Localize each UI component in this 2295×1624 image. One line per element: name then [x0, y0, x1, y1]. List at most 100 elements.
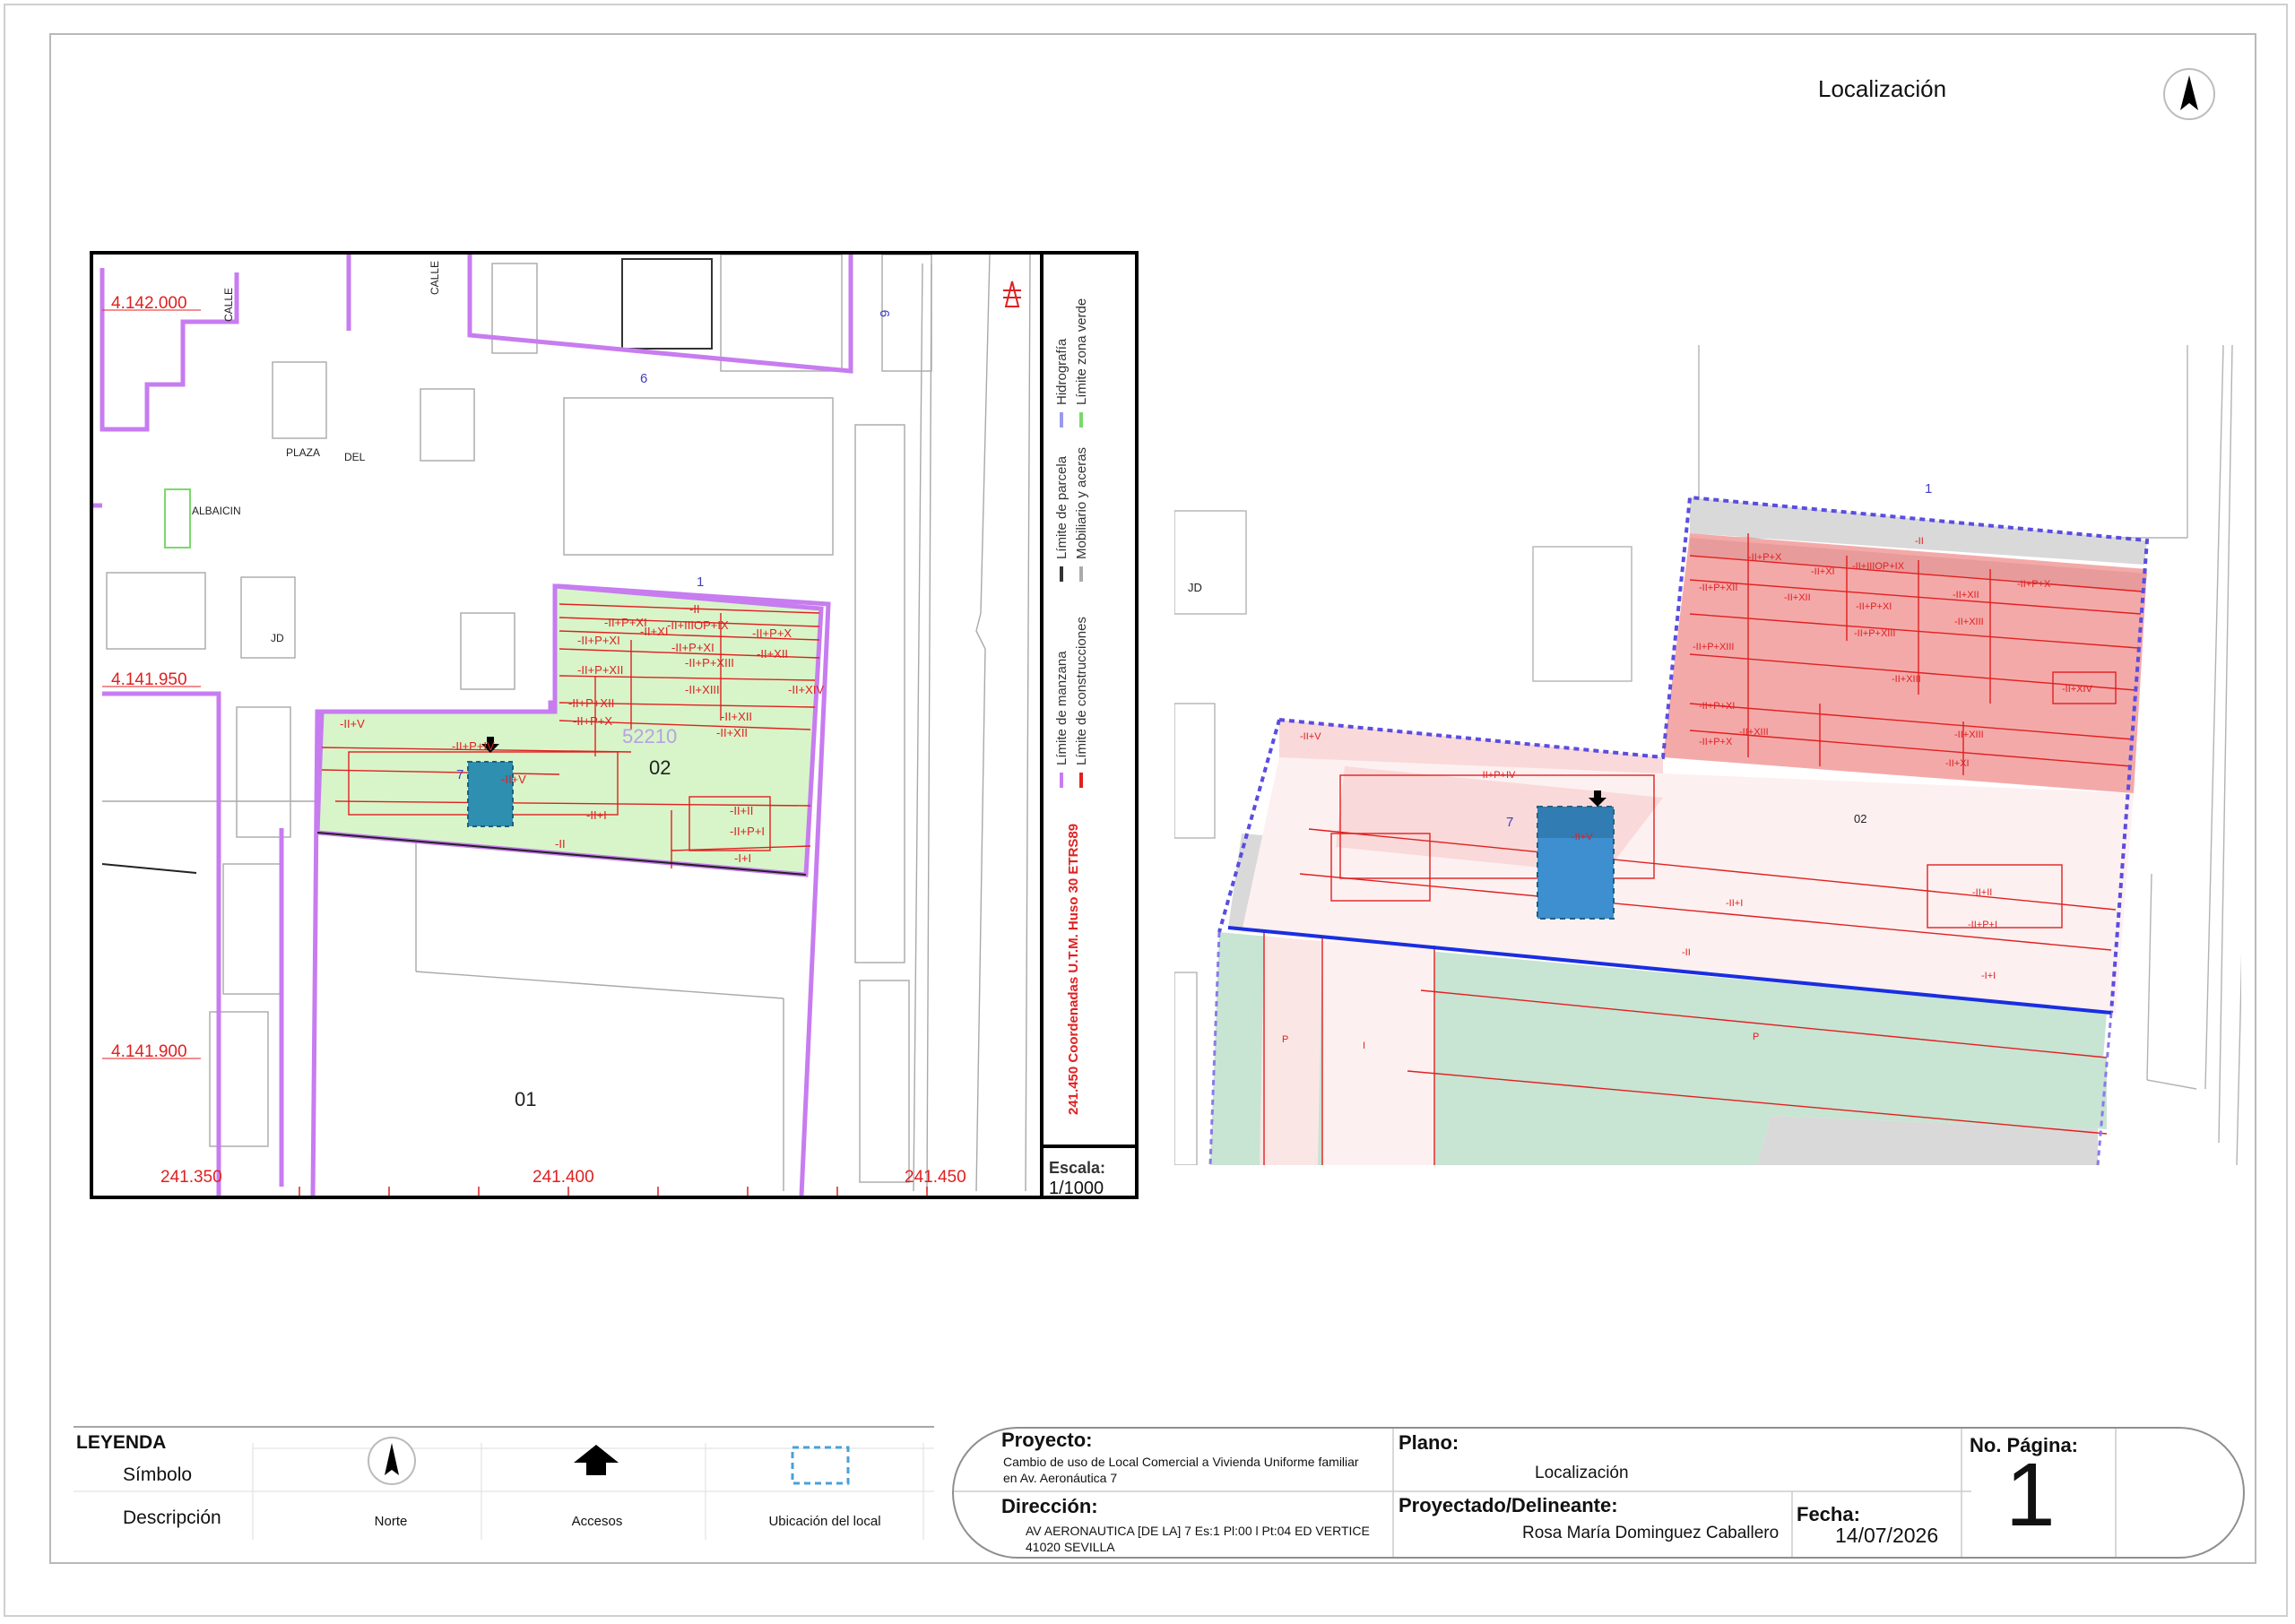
legend-side-item: Límite de manzana	[1054, 651, 1070, 765]
svg-text:-II: -II	[555, 837, 566, 851]
legend-side-item: Límite de parcela	[1054, 455, 1070, 559]
coord-x-mid: 241.400	[533, 1168, 594, 1187]
svg-text:7: 7	[1506, 815, 1513, 830]
svg-text:52210: 52210	[622, 725, 677, 747]
svg-text:-II: -II	[1915, 536, 1924, 547]
legend-side-item: Límite zona verde	[1074, 298, 1089, 405]
svg-text:-II+I: -II+I	[586, 808, 607, 822]
svg-text:-II+II: -II+II	[1972, 887, 1992, 898]
svg-text:-II+P+XI: -II+P+XI	[577, 634, 620, 647]
svg-text:DEL: DEL	[344, 451, 366, 463]
svg-text:-II+P+X: -II+P+X	[1748, 552, 1782, 563]
proyecto-line2: en Av. Aeronáutica 7	[1003, 1471, 1118, 1485]
svg-text:-II+P+X: -II+P+X	[2017, 579, 2051, 590]
direccion-line2: 41020 SEVILLA	[1026, 1540, 1115, 1554]
svg-text:-II: -II	[689, 602, 700, 616]
svg-text:CALLE: CALLE	[222, 288, 235, 322]
sheet-title: Localización	[1818, 75, 1947, 102]
svg-text:P: P	[1282, 1034, 1288, 1045]
proyectado-value: Rosa María Dominguez Caballero	[1522, 1524, 1780, 1542]
scale-value: 1/1000	[1049, 1179, 1104, 1196]
plano-value: Localización	[1535, 1464, 1629, 1482]
coordinate-note: 241.450 Coordenadas U.T.M. Huso 30 ETRS8…	[1066, 824, 1081, 1115]
legend-side-item: Límite de construcciones	[1074, 617, 1089, 765]
svg-text:-II+II: -II+II	[730, 804, 753, 817]
legend-title: LEYENDA	[76, 1432, 167, 1453]
svg-text:-II+XII: -II+XII	[1784, 592, 1811, 603]
svg-text:-II+XIV: -II+XIV	[2062, 684, 2093, 695]
svg-text:9: 9	[878, 310, 893, 317]
svg-text:-II+XI: -II+XI	[640, 625, 668, 638]
scale-label: Escala:	[1049, 1159, 1105, 1177]
svg-text:-II+P+IV: -II+P+IV	[452, 739, 495, 753]
access-arrow-icon	[574, 1445, 619, 1475]
svg-text:-II+P+IV: -II+P+IV	[1479, 770, 1516, 781]
direccion-line1: AV AERONAUTICA [DE LA] 7 Es:1 Pl:00 l Pt…	[1026, 1524, 1370, 1538]
svg-text:-II+XI: -II+XI	[1945, 758, 1970, 769]
svg-text:01: 01	[515, 1088, 536, 1110]
north-arrow-icon	[368, 1437, 416, 1485]
coord-x-left: 241.350	[160, 1168, 222, 1187]
legend-side-item: Mobiliario y aceras	[1074, 447, 1089, 559]
svg-text:-II+IIIOP+IX: -II+IIIOP+IX	[667, 618, 729, 632]
code-label: -II+V	[340, 717, 365, 730]
svg-text:I: I	[1363, 1041, 1365, 1051]
svg-text:-I+I: -I+I	[1981, 971, 1996, 981]
legend-label-norte: Norte	[374, 1514, 408, 1529]
svg-text:-II+P+XI: -II+P+XI	[671, 641, 714, 654]
legend-side-item: Hidrografía	[1054, 338, 1070, 405]
svg-text:6: 6	[640, 371, 647, 386]
svg-text:JD: JD	[1188, 581, 1202, 594]
cadastral-map-left[interactable]: -II+V -II+P+IV -II+V -II+I -II -II+II -I…	[90, 251, 1139, 1199]
svg-text:P: P	[1753, 1032, 1759, 1042]
svg-text:-II+XII: -II+XII	[716, 726, 748, 739]
svg-text:-II+P+I: -II+P+I	[1968, 920, 1997, 930]
svg-text:02: 02	[649, 756, 671, 779]
legend-label-accesos: Accesos	[571, 1514, 623, 1529]
svg-text:7: 7	[456, 767, 463, 782]
north-small-icon	[1003, 281, 1021, 307]
coord-x-right: 241.450	[905, 1168, 966, 1187]
svg-text:-I+I: -I+I	[734, 851, 751, 865]
svg-text:-II+XIII: -II+XIII	[1954, 730, 1984, 740]
svg-text:-II+XII: -II+XII	[721, 710, 752, 723]
svg-text:-II+P+XII: -II+P+XII	[568, 696, 614, 710]
svg-text:-II+P+I: -II+P+I	[730, 825, 765, 838]
svg-text:-II+XII: -II+XII	[1953, 590, 1979, 600]
svg-text:-II+P+XIII: -II+P+XIII	[1693, 642, 1734, 652]
svg-text:-II+V: -II+V	[1300, 731, 1321, 742]
svg-text:02: 02	[1854, 812, 1866, 825]
legend-row-symbol: Símbolo	[123, 1464, 193, 1485]
svg-text:-II+P+X: -II+P+X	[752, 626, 792, 640]
pagina-value: 1	[2005, 1445, 2056, 1545]
svg-text:-II+P+XIII: -II+P+XIII	[685, 656, 734, 669]
svg-text:-II: -II	[1682, 947, 1691, 958]
svg-text:CALLE: CALLE	[429, 261, 441, 295]
fecha-value: 14/07/2026	[1835, 1524, 1939, 1547]
svg-text:-II+V: -II+V	[501, 773, 526, 786]
svg-text:JD: JD	[271, 632, 284, 644]
svg-text:-II+XIII: -II+XIII	[1954, 617, 1984, 627]
svg-text:-II+P+XII: -II+P+XII	[577, 663, 623, 677]
svg-text:ALBAICIN: ALBAICIN	[192, 505, 241, 517]
local-location	[467, 761, 514, 827]
svg-text:-II+XIII: -II+XIII	[1892, 674, 1921, 685]
svg-text:-II+P+XI: -II+P+XI	[1856, 601, 1892, 612]
svg-text:-II+XIII: -II+XIII	[685, 683, 720, 696]
svg-text:-II+P+XII: -II+P+XII	[1699, 583, 1737, 593]
legend-row-description: Descripción	[123, 1507, 221, 1528]
detail-map-right[interactable]: 1 7 JD 02 -II -II+P+X -II+XI -II+IIIOP+I…	[1174, 345, 2241, 1165]
svg-text:-II+IIIOP+IX: -II+IIIOP+IX	[1852, 561, 1905, 572]
plano-label: Plano:	[1399, 1431, 1459, 1454]
svg-text:1: 1	[1925, 481, 1932, 497]
svg-text:-II+P+XIII: -II+P+XIII	[1854, 628, 1895, 639]
svg-text:PLAZA: PLAZA	[286, 446, 320, 459]
svg-text:-II+XIV: -II+XIV	[788, 683, 824, 696]
proyecto-line1: Cambio de uso de Local Comercial a Vivie…	[1003, 1455, 1359, 1469]
proyectado-label: Proyectado/Delineante:	[1399, 1494, 1618, 1516]
svg-text:-II+P+X: -II+P+X	[573, 714, 612, 728]
svg-text:-II+P+X: -II+P+X	[1699, 737, 1733, 747]
proyecto-label: Proyecto:	[1001, 1429, 1093, 1451]
svg-text:-II+XI: -II+XI	[1811, 566, 1835, 577]
svg-text:-II+P+XI: -II+P+XI	[1699, 701, 1735, 712]
